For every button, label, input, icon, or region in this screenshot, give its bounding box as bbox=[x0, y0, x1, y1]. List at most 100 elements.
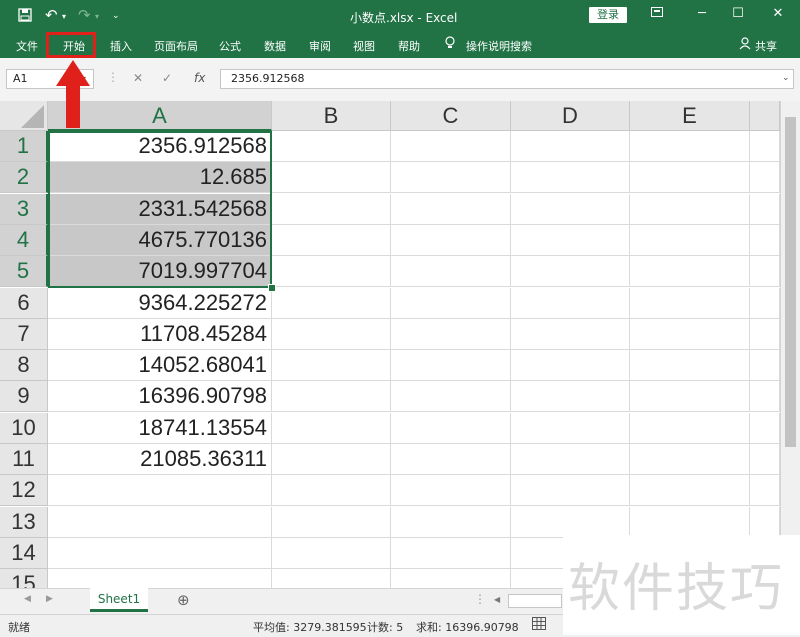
cell-f6[interactable] bbox=[750, 288, 780, 319]
cell-c14[interactable] bbox=[391, 538, 511, 569]
cell-f12[interactable] bbox=[750, 475, 780, 506]
cell-b11[interactable] bbox=[272, 444, 391, 475]
save-icon[interactable] bbox=[18, 8, 32, 26]
cell-c4[interactable] bbox=[391, 225, 511, 256]
cell-b14[interactable] bbox=[272, 538, 391, 569]
row-header-1[interactable]: 1 bbox=[0, 131, 48, 162]
cell-d4[interactable] bbox=[511, 225, 630, 256]
cell-d7[interactable] bbox=[511, 319, 630, 350]
column-header-f[interactable] bbox=[750, 101, 780, 131]
cell-e6[interactable] bbox=[630, 288, 750, 319]
cell-d8[interactable] bbox=[511, 350, 630, 381]
cell-f11[interactable] bbox=[750, 444, 780, 475]
vertical-scroll-thumb[interactable] bbox=[785, 117, 796, 447]
row-header-13[interactable]: 13 bbox=[0, 507, 48, 538]
horizontal-scrollbar[interactable] bbox=[508, 594, 562, 608]
hscroll-left-icon[interactable]: ◀ bbox=[494, 595, 500, 604]
cell-a6[interactable]: 9364.225272 bbox=[48, 288, 272, 319]
cell-e12[interactable] bbox=[630, 475, 750, 506]
undo-dropdown-icon[interactable]: ▾ bbox=[62, 12, 66, 21]
add-sheet-icon[interactable]: ⊕ bbox=[177, 591, 190, 609]
tab-file[interactable]: 文件 bbox=[16, 38, 38, 54]
row-header-10[interactable]: 10 bbox=[0, 413, 48, 444]
tab-data[interactable]: 数据 bbox=[264, 38, 286, 54]
cell-e8[interactable] bbox=[630, 350, 750, 381]
cell-a5[interactable]: 7019.997704 bbox=[48, 256, 272, 287]
cell-d5[interactable] bbox=[511, 256, 630, 287]
cell-a9[interactable]: 16396.90798 bbox=[48, 381, 272, 412]
normal-view-icon[interactable] bbox=[532, 617, 546, 634]
row-header-5[interactable]: 5 bbox=[0, 256, 48, 287]
enter-icon[interactable]: ✓ bbox=[162, 71, 172, 85]
cell-b8[interactable] bbox=[272, 350, 391, 381]
row-header-4[interactable]: 4 bbox=[0, 225, 48, 256]
cell-f8[interactable] bbox=[750, 350, 780, 381]
cell-b9[interactable] bbox=[272, 381, 391, 412]
column-header-c[interactable]: C bbox=[391, 101, 511, 131]
cell-b7[interactable] bbox=[272, 319, 391, 350]
row-header-12[interactable]: 12 bbox=[0, 475, 48, 506]
cell-b5[interactable] bbox=[272, 256, 391, 287]
cancel-icon[interactable]: ✕ bbox=[133, 71, 143, 85]
row-header-11[interactable]: 11 bbox=[0, 444, 48, 475]
formula-input[interactable]: 2356.912568 bbox=[220, 69, 794, 89]
cell-a3[interactable]: 2331.542568 bbox=[48, 194, 272, 225]
row-header-7[interactable]: 7 bbox=[0, 319, 48, 350]
row-header-8[interactable]: 8 bbox=[0, 350, 48, 381]
row-header-6[interactable]: 6 bbox=[0, 288, 48, 319]
ribbon-display-icon[interactable] bbox=[646, 6, 668, 22]
cell-c3[interactable] bbox=[391, 194, 511, 225]
cell-d3[interactable] bbox=[511, 194, 630, 225]
cell-b1[interactable] bbox=[272, 131, 391, 162]
maximize-icon[interactable]: ☐ bbox=[727, 6, 749, 21]
tab-review[interactable]: 审阅 bbox=[309, 38, 331, 54]
cell-e10[interactable] bbox=[630, 413, 750, 444]
tab-insert[interactable]: 插入 bbox=[110, 38, 132, 54]
cell-f10[interactable] bbox=[750, 413, 780, 444]
row-header-2[interactable]: 2 bbox=[0, 162, 48, 193]
tab-formulas[interactable]: 公式 bbox=[219, 38, 241, 54]
cell-f4[interactable] bbox=[750, 225, 780, 256]
column-header-b[interactable]: B bbox=[272, 101, 391, 131]
tab-view[interactable]: 视图 bbox=[353, 38, 375, 54]
cell-b12[interactable] bbox=[272, 475, 391, 506]
cell-f13[interactable] bbox=[750, 507, 780, 538]
cell-a1[interactable]: 2356.912568 bbox=[48, 131, 272, 162]
cell-b4[interactable] bbox=[272, 225, 391, 256]
cell-a13[interactable] bbox=[48, 507, 272, 538]
cell-e5[interactable] bbox=[630, 256, 750, 287]
cell-d1[interactable] bbox=[511, 131, 630, 162]
cell-f2[interactable] bbox=[750, 162, 780, 193]
row-header-9[interactable]: 9 bbox=[0, 381, 48, 412]
cell-a10[interactable]: 18741.13554 bbox=[48, 413, 272, 444]
cell-a12[interactable] bbox=[48, 475, 272, 506]
cell-c2[interactable] bbox=[391, 162, 511, 193]
cell-c1[interactable] bbox=[391, 131, 511, 162]
cell-f3[interactable] bbox=[750, 194, 780, 225]
vertical-scrollbar[interactable] bbox=[780, 101, 800, 588]
cell-c11[interactable] bbox=[391, 444, 511, 475]
cell-b3[interactable] bbox=[272, 194, 391, 225]
cell-e13[interactable] bbox=[630, 507, 750, 538]
cell-b6[interactable] bbox=[272, 288, 391, 319]
tell-me-search[interactable]: 操作说明搜索 bbox=[466, 38, 532, 54]
cell-c10[interactable] bbox=[391, 413, 511, 444]
tab-help[interactable]: 帮助 bbox=[398, 38, 420, 54]
cell-a4[interactable]: 4675.770136 bbox=[48, 225, 272, 256]
cell-a8[interactable]: 14052.68041 bbox=[48, 350, 272, 381]
cell-e1[interactable] bbox=[630, 131, 750, 162]
sheet-tab-sheet1[interactable]: Sheet1 bbox=[90, 588, 148, 612]
cell-a11[interactable]: 21085.36311 bbox=[48, 444, 272, 475]
fill-handle[interactable] bbox=[268, 284, 276, 292]
cell-f1[interactable] bbox=[750, 131, 780, 162]
cell-d10[interactable] bbox=[511, 413, 630, 444]
cell-c9[interactable] bbox=[391, 381, 511, 412]
cell-d11[interactable] bbox=[511, 444, 630, 475]
cell-e4[interactable] bbox=[630, 225, 750, 256]
login-button[interactable]: 登录 bbox=[589, 7, 627, 23]
scroll-right-icon[interactable]: ▶ bbox=[46, 594, 53, 604]
minimize-icon[interactable]: ─ bbox=[691, 6, 713, 21]
expand-formula-icon[interactable]: ⌄ bbox=[782, 73, 790, 83]
cell-a2[interactable]: 12.685 bbox=[48, 162, 272, 193]
select-all-corner[interactable] bbox=[0, 101, 48, 131]
